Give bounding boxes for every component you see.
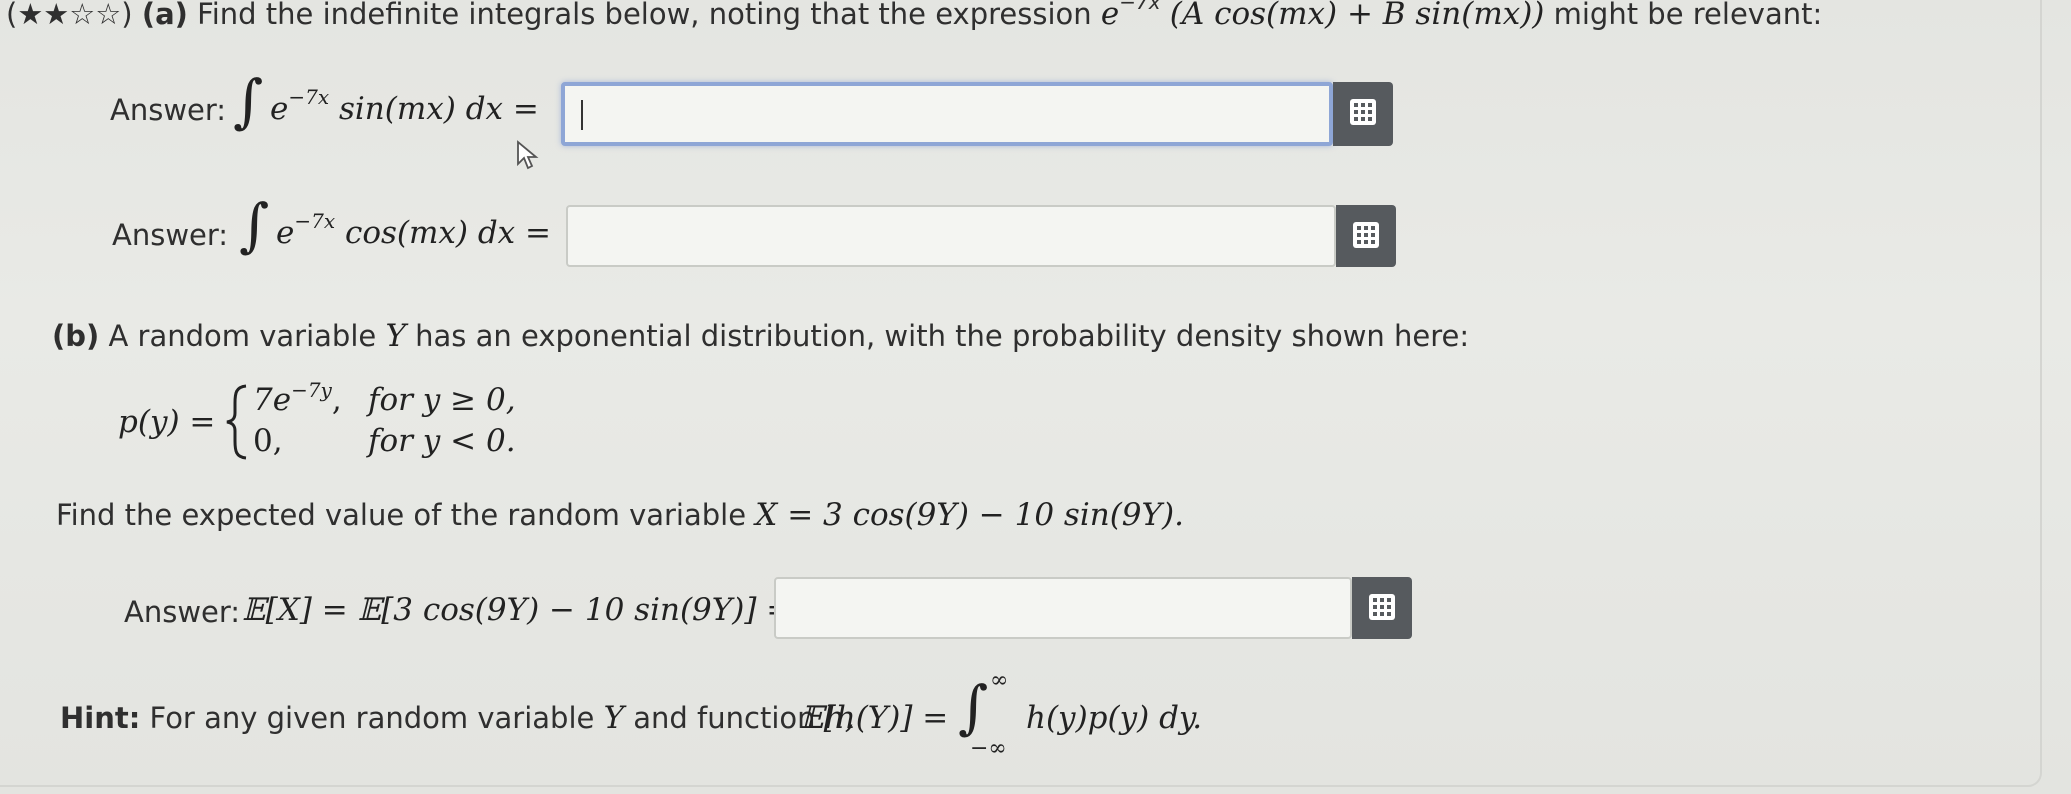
q3-answer-input[interactable] (774, 577, 1352, 639)
q3-answer-label: Answer: (124, 595, 241, 629)
q1-answer-input[interactable] (561, 82, 1333, 146)
q1-answer-label: Answer: (110, 93, 227, 127)
q2-keypad-button[interactable] (1336, 205, 1396, 267)
keypad-grid-icon (1350, 99, 1376, 125)
q3-keypad-button[interactable] (1352, 577, 1412, 639)
keypad-grid-icon (1353, 222, 1379, 248)
part-b-label: (b) (52, 319, 100, 353)
pdf-case-2: 0, (253, 423, 283, 459)
part-a-label: (a) (141, 0, 188, 31)
pdf-cond-1: for y ≥ 0, (368, 382, 516, 418)
find-expected-text: Find the expected value of the random va… (56, 497, 1184, 533)
part-a-intro: Find the indefinite integrals below, not… (197, 0, 1092, 31)
piecewise-brace (224, 383, 250, 465)
expr-body: (A cos(mx) + B sin(mx)) (1169, 0, 1545, 32)
hint-lower-limit: −∞ (970, 736, 1007, 761)
part-a-header: (★★☆☆) (a) Find the indefinite integrals… (6, 0, 1822, 32)
hint-integral-sign: ∫ (958, 673, 989, 741)
pdf-lhs: p(y) = (118, 404, 216, 440)
expr-exponent: −7x (1119, 0, 1161, 14)
q2-integrand: e−7x cos(mx) dx = (276, 209, 551, 251)
q2-answer-label: Answer: (112, 218, 229, 252)
hint-lhs: 𝔼[h(Y)] = (800, 700, 949, 736)
mouse-pointer-icon (516, 140, 540, 174)
hint-rhs: h(y)p(y) dy. (1026, 700, 1203, 736)
q1-integrand: e−7x sin(mx) dx = (270, 85, 539, 127)
integral-sign: ∫ (233, 67, 264, 135)
keypad-grid-icon (1369, 594, 1395, 620)
part-b-intro: (b) A random variable Y has an exponenti… (52, 318, 1470, 354)
hint-label: Hint: (60, 701, 141, 735)
difficulty-stars: (★★☆☆) (6, 0, 133, 31)
pdf-case-1: 7e−7y, (253, 378, 342, 418)
part-a-intro-tail: might be relevant: (1553, 0, 1823, 31)
q2-answer-input[interactable] (566, 205, 1336, 267)
hint-text: Hint: For any given random variable Y an… (60, 700, 855, 736)
hint-upper-limit: ∞ (990, 668, 1009, 693)
pdf-cond-2: for y < 0. (368, 423, 516, 459)
text-caret (581, 100, 583, 130)
expr-base: e (1100, 0, 1120, 32)
integral-sign: ∫ (239, 191, 270, 259)
q1-keypad-button[interactable] (1333, 82, 1393, 146)
q3-expression: 𝔼[X] = 𝔼[3 cos(9Y) − 10 sin(9Y)] = (242, 592, 793, 628)
